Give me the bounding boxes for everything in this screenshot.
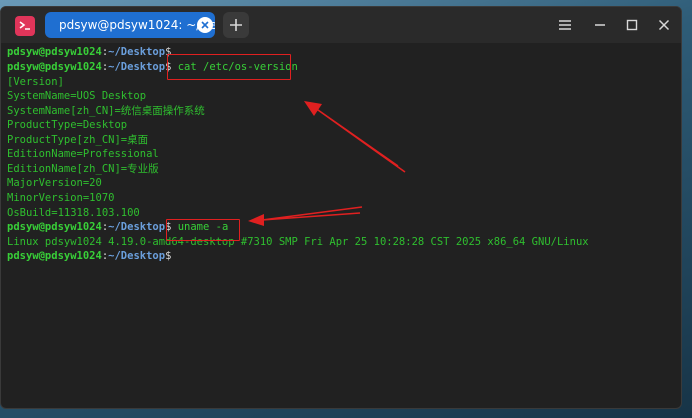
prompt-path: ~/Desktop [108, 250, 166, 262]
output-line: SystemName=UOS Desktop [7, 90, 147, 102]
minimize-button[interactable] [591, 16, 609, 34]
command-highlight-box [167, 54, 291, 80]
tab-close-button[interactable] [197, 17, 213, 33]
title-bar: pdsyw@pdsyw1024: ~/Desktop [1, 7, 681, 43]
tab-title: pdsyw@pdsyw1024: ~/Desktop [59, 18, 215, 32]
output-line: MajorVersion=20 [7, 177, 102, 189]
maximize-icon [626, 19, 638, 31]
close-icon [201, 21, 209, 29]
minimize-icon [595, 24, 605, 26]
hamburger-menu-icon [559, 20, 571, 30]
maximize-button[interactable] [623, 16, 641, 34]
close-icon [658, 19, 670, 31]
terminal-output[interactable]: pdsyw@pdsyw1024:~/Desktop$ pdsyw@pdsyw10… [1, 43, 681, 408]
prompt-path: ~/Desktop [108, 46, 166, 58]
prompt-user: pdsyw@pdsyw1024 [7, 46, 102, 58]
command-highlight-box [166, 219, 240, 241]
prompt-user: pdsyw@pdsyw1024 [7, 221, 102, 233]
prompt-path: ~/Desktop [108, 221, 166, 233]
output-line: EditionName[zh_CN]=专业版 [7, 163, 159, 175]
tab-terminal[interactable]: pdsyw@pdsyw1024: ~/Desktop [45, 12, 215, 38]
new-tab-button[interactable] [223, 12, 249, 38]
prompt-dollar: $ [165, 250, 172, 262]
terminal-icon [15, 16, 35, 36]
output-line: [Version] [7, 76, 64, 88]
plus-icon [230, 19, 242, 31]
output-line: ProductType=Desktop [7, 119, 128, 131]
output-line: MinorVersion=1070 [7, 192, 115, 204]
prompt-user: pdsyw@pdsyw1024 [7, 250, 102, 262]
close-button[interactable] [655, 16, 673, 34]
prompt-line: pdsyw@pdsyw1024:~/Desktop$ [7, 45, 171, 60]
prompt-line: pdsyw@pdsyw1024:~/Desktop$ [7, 249, 171, 264]
output-line: OsBuild=11318.103.100 [7, 207, 140, 219]
prompt-user: pdsyw@pdsyw1024 [7, 61, 102, 73]
output-line: ProductType[zh_CN]=桌面 [7, 134, 149, 146]
output-line: SystemName[zh_CN]=统信桌面操作系统 [7, 105, 205, 117]
terminal-window: pdsyw@pdsyw1024: ~/Desktop [0, 6, 682, 409]
output-line: Linux pdsyw1024 4.19.0-amd64-desktop #73… [7, 236, 589, 248]
output-line: EditionName=Professional [7, 148, 159, 160]
prompt-path: ~/Desktop [108, 61, 166, 73]
menu-button[interactable] [556, 16, 574, 34]
